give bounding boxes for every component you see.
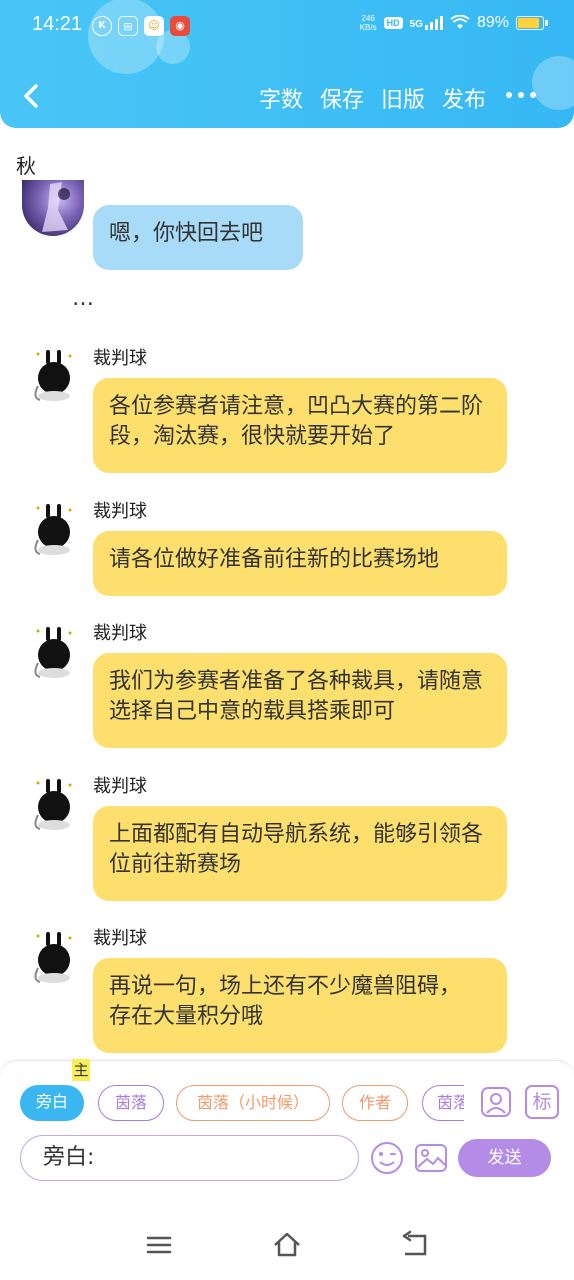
- message-bubble[interactable]: 请各位做好准备前往新的比赛场地: [93, 531, 507, 596]
- sender-name: 裁判球: [93, 928, 147, 949]
- message-bubble[interactable]: 我们为参赛者准备了各种裁具，请随意选择自己中意的载具搭乘即可: [93, 653, 507, 748]
- red-app-icon: ◉: [170, 16, 190, 36]
- avatar[interactable]: [22, 180, 84, 236]
- signal-bars-icon: [424, 16, 443, 30]
- chat-editor-screen: 14:21 K ⊞ ☺ ◉ 246 KB/s HD 5G 89% 字数 保存 旧…: [0, 0, 574, 1280]
- status-bar: 14:21 K ⊞ ☺ ◉ 246 KB/s HD 5G 89%: [0, 0, 574, 52]
- role-selector: 旁白 茵落 茵落（小时候） 作者 茵落: [18, 1085, 464, 1123]
- sender-name: 裁判球: [93, 623, 147, 644]
- message-bubble[interactable]: 再说一句，场上还有不少魔兽阻碍，存在大量积分哦: [93, 958, 507, 1053]
- partner-name: 秋: [16, 154, 36, 178]
- message-bubble[interactable]: 嗯，你快回去吧: [93, 205, 303, 270]
- role-chip-yinluo-2[interactable]: 茵落: [422, 1085, 464, 1121]
- network-type: 5G: [409, 19, 423, 30]
- status-indicators: 246 KB/s HD 5G 89%: [360, 14, 548, 32]
- emoji-app-icon: ☺: [144, 16, 164, 36]
- sender-name: 裁判球: [93, 348, 147, 369]
- back-nav-icon[interactable]: [400, 1230, 430, 1260]
- app-header: 14:21 K ⊞ ☺ ◉ 246 KB/s HD 5G 89% 字数 保存 旧…: [0, 0, 574, 128]
- battery-icon: [516, 16, 548, 30]
- net-speed-value: 246: [361, 14, 375, 23]
- message-input[interactable]: 旁白:: [20, 1135, 359, 1181]
- image-icon[interactable]: [414, 1141, 448, 1175]
- role-chip-yinluo-child[interactable]: 茵落（小时候）: [176, 1085, 330, 1121]
- narration-text[interactable]: …: [72, 286, 95, 311]
- battery-percent: 89%: [476, 14, 509, 31]
- header-actions: 字数 保存 旧版 发布: [259, 82, 486, 114]
- role-chip-yinluo[interactable]: 茵落: [98, 1085, 164, 1121]
- menu-icon[interactable]: [144, 1230, 174, 1260]
- word-count-button[interactable]: 字数: [259, 82, 303, 114]
- home-icon[interactable]: [272, 1230, 302, 1260]
- character-manage-icon[interactable]: [479, 1085, 513, 1119]
- old-version-button[interactable]: 旧版: [381, 82, 425, 114]
- net-speed-unit: KB/s: [359, 23, 377, 32]
- referee-ball-avatar[interactable]: [26, 928, 84, 988]
- sender-name: 裁判球: [93, 776, 147, 797]
- referee-ball-avatar[interactable]: [26, 775, 84, 835]
- main-role-badge: 主: [72, 1059, 90, 1081]
- hd-icon: HD: [383, 17, 403, 29]
- message-bubble[interactable]: 上面都配有自动导航系统，能够引领各位前往新赛场: [93, 806, 507, 901]
- status-time: 14:21: [32, 13, 83, 35]
- system-nav-bar: [0, 1212, 574, 1280]
- wifi-icon: [450, 15, 470, 29]
- emoji-icon[interactable]: [370, 1141, 404, 1175]
- notification-icons: K ⊞ ☺ ◉: [92, 16, 190, 36]
- referee-ball-avatar[interactable]: [26, 346, 84, 406]
- k-app-icon: K: [92, 16, 112, 36]
- back-arrow-icon[interactable]: [14, 78, 50, 114]
- nav-bar: 字数 保存 旧版 发布: [0, 66, 574, 128]
- sender-name: 裁判球: [93, 501, 147, 522]
- publish-button[interactable]: 发布: [442, 82, 486, 114]
- send-button[interactable]: 发送: [458, 1139, 551, 1177]
- cellular-signal-icon: 5G: [410, 16, 443, 30]
- tag-button[interactable]: 标: [525, 1085, 559, 1119]
- more-options-icon[interactable]: [506, 92, 536, 98]
- chat-area[interactable]: 秋 嗯，你快回去吧 … 裁判球 各位参赛者请注意，凹凸大赛的第二阶段，淘汰赛，很…: [0, 128, 574, 1060]
- game-app-icon: ⊞: [118, 16, 138, 36]
- referee-ball-avatar[interactable]: [26, 623, 84, 683]
- save-button[interactable]: 保存: [320, 82, 364, 114]
- battery-fill: [518, 18, 540, 28]
- referee-ball-avatar[interactable]: [26, 500, 84, 560]
- role-chip-author[interactable]: 作者: [342, 1085, 408, 1121]
- role-chip-narration[interactable]: 旁白: [20, 1085, 84, 1121]
- message-bubble[interactable]: 各位参赛者请注意，凹凸大赛的第二阶段，淘汰赛，很快就要开始了: [93, 378, 507, 473]
- composer-panel: 旁白 茵落 茵落（小时候） 作者 茵落 主 标 旁白: 发送: [0, 1059, 574, 1212]
- net-speed: 246 KB/s: [360, 14, 377, 32]
